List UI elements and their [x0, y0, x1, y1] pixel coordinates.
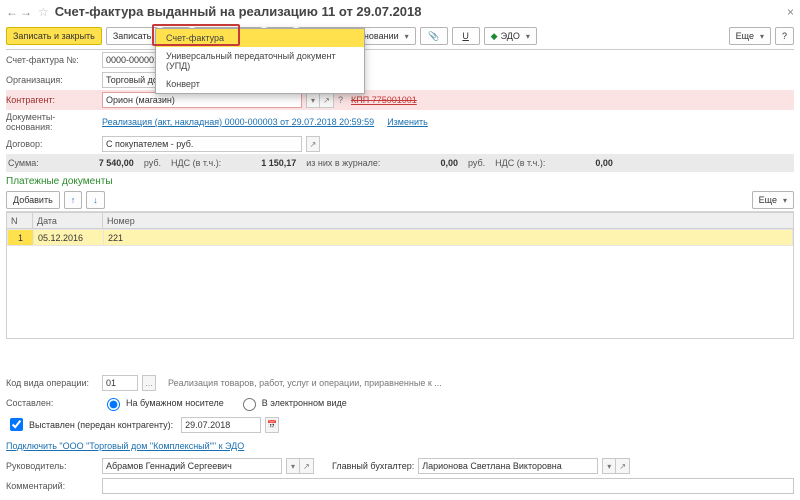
calendar-icon[interactable]: 📅 — [265, 417, 279, 433]
nds-value: 1 150,17 — [261, 158, 296, 168]
sum-label: Сумма: — [8, 158, 39, 168]
cell-date: 05.12.2016 — [34, 230, 104, 246]
chief-open-icon[interactable]: ↗ — [616, 458, 630, 474]
page-title: Счет-фактура выданный на реализацию 11 о… — [55, 4, 422, 19]
payments-title: Платежные документы — [6, 176, 794, 187]
table-row[interactable]: 1 05.12.2016 221 — [8, 230, 793, 246]
head-select-icon[interactable]: ▾ — [286, 458, 300, 474]
menu-item-envelope[interactable]: Конверт — [156, 75, 364, 93]
arrow-down-icon: ↓ — [93, 195, 98, 205]
save-close-button[interactable]: Записать и закрыть — [6, 27, 102, 45]
move-up-button[interactable]: ↑ — [64, 191, 83, 209]
op-code-desc: Реализация товаров, работ, услуг и опера… — [168, 378, 442, 388]
chief-select-icon[interactable]: ▾ — [602, 458, 616, 474]
op-code-select-icon[interactable]: … — [142, 375, 156, 391]
edo-connect-link[interactable]: Подключить "ООО "Торговый дом "Комплексн… — [6, 441, 244, 451]
journal-sum: 0,00 — [440, 158, 458, 168]
cell-num: 221 — [104, 230, 793, 246]
radio-electronic-input[interactable] — [243, 398, 256, 411]
rub-label: руб. — [144, 158, 161, 168]
j-nds-value: 0,00 — [595, 158, 613, 168]
contract-input[interactable]: С покупателем - руб. — [102, 136, 302, 152]
paperclip-icon: 📎 — [427, 29, 441, 43]
save-button[interactable]: Записать — [106, 27, 158, 45]
org-label: Организация: — [6, 75, 98, 85]
print-menu: Счет-фактура Универсальный передаточный … — [155, 28, 365, 94]
inn-kpp-link[interactable]: КПП 775001001 — [351, 95, 417, 105]
underline-button[interactable]: U — [452, 27, 480, 45]
payments-more-button[interactable]: Еще — [752, 191, 794, 209]
head-open-icon[interactable]: ↗ — [300, 458, 314, 474]
nds-incl-label: НДС (в т.ч.): — [171, 158, 221, 168]
radio-paper[interactable]: На бумажном носителе — [102, 395, 224, 411]
radio-paper-input[interactable] — [107, 398, 120, 411]
help-icon[interactable]: ? — [338, 95, 343, 105]
more-button[interactable]: Еще — [729, 27, 771, 45]
move-down-button[interactable]: ↓ — [86, 191, 105, 209]
comment-label: Комментарий: — [6, 481, 98, 491]
arrow-up-icon: ↑ — [71, 195, 76, 205]
head-label: Руководитель: — [6, 461, 98, 471]
th-date[interactable]: Дата — [33, 213, 103, 229]
star-icon[interactable]: ☆ — [38, 5, 49, 19]
head-input[interactable]: Абрамов Геннадий Сергеевич — [102, 458, 282, 474]
cell-n: 1 — [8, 230, 34, 246]
nav-back-icon[interactable]: ← — [6, 5, 18, 19]
edo-icon: ◆ — [491, 31, 498, 42]
nav-fwd-icon[interactable]: → — [20, 5, 32, 19]
j-nds-label: НДС (в т.ч.): — [495, 158, 545, 168]
rub-label-2: руб. — [468, 158, 485, 168]
doc-basis-label: Документы-основания: — [6, 112, 98, 132]
contragent-open-icon[interactable]: ↗ — [320, 92, 334, 108]
add-button[interactable]: Добавить — [6, 191, 60, 209]
edo-button[interactable]: ◆ЭДО — [484, 27, 537, 45]
th-num[interactable]: Номер — [103, 213, 794, 229]
menu-item-upd[interactable]: Универсальный передаточный документ (УПД… — [156, 47, 364, 75]
change-link[interactable]: Изменить — [387, 117, 428, 127]
contract-label: Договор: — [6, 139, 98, 149]
number-label: Счет-фактура №: — [6, 55, 98, 65]
comment-input[interactable] — [102, 478, 794, 494]
chief-acc-label: Главный бухгалтер: — [332, 461, 414, 471]
contract-open-icon[interactable]: ↗ — [306, 136, 320, 152]
underline-icon: U — [459, 29, 473, 43]
radio-electronic[interactable]: В электронном виде — [238, 395, 347, 411]
issued-checkbox-input[interactable] — [10, 418, 23, 431]
chief-acc-input[interactable]: Ларионова Светлана Викторовна — [418, 458, 598, 474]
files-button[interactable]: 📎 — [420, 27, 448, 45]
composed-label: Составлен: — [6, 398, 98, 408]
payments-table: N Дата Номер — [6, 212, 794, 229]
close-icon[interactable]: × — [787, 5, 794, 19]
menu-item-invoice[interactable]: Счет-фактура — [156, 29, 364, 47]
th-n[interactable]: N — [7, 213, 33, 229]
issued-date-input[interactable]: 29.07.2018 — [181, 417, 261, 433]
sum-value: 7 540,00 — [99, 158, 134, 168]
doc-basis-link[interactable]: Реализация (акт, накладная) 0000-000003 … — [102, 117, 374, 127]
contragent-input[interactable]: Орион (магазин) — [102, 92, 302, 108]
contragent-label: Контрагент: — [6, 95, 98, 105]
op-code-input[interactable]: 01 — [102, 375, 138, 391]
contragent-select-icon[interactable]: ▾ — [306, 92, 320, 108]
op-code-label: Код вида операции: — [6, 378, 98, 388]
issued-checkbox[interactable]: Выставлен (передан контрагенту): — [6, 415, 173, 434]
help-button[interactable]: ? — [775, 27, 794, 45]
journal-label: из них в журнале: — [306, 158, 380, 168]
